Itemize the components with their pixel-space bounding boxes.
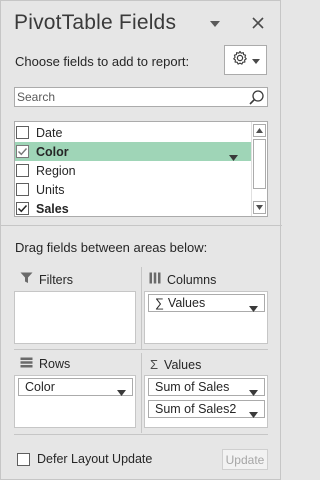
values-item-sum-of-sales2[interactable]: Sum of Sales2: [148, 400, 265, 418]
filters-label: Filters: [39, 272, 74, 287]
values-drop-area[interactable]: Sum of Sales Sum of Sales2: [144, 375, 268, 428]
field-checkbox-date[interactable]: [16, 126, 29, 139]
field-item-region[interactable]: Region: [15, 161, 252, 180]
values-item-sum-of-sales[interactable]: Sum of Sales: [148, 378, 265, 396]
field-checkbox-sales[interactable]: [16, 202, 29, 215]
defer-layout-update[interactable]: Defer Layout Update: [17, 452, 152, 466]
values-item-label: Sum of Sales: [155, 380, 230, 394]
field-list: Date Color Region Units Sales: [14, 121, 268, 217]
chevron-down-icon[interactable]: [249, 385, 258, 396]
sigma-icon: ∑: [155, 296, 164, 310]
columns-item-label: Values: [167, 296, 206, 310]
columns-drop-area[interactable]: ∑ Values: [144, 291, 268, 344]
chevron-down-icon[interactable]: [249, 301, 258, 312]
rows-header: Rows: [20, 357, 70, 371]
defer-label: Defer Layout Update: [37, 452, 153, 466]
values-item-label: Sum of Sales2: [155, 402, 237, 416]
field-item-sales[interactable]: Sales: [15, 199, 252, 218]
columns-item-values[interactable]: ∑ Values: [148, 294, 265, 312]
divider: [1, 225, 282, 226]
pivottable-fields-pane: PivotTable Fields Choose fields to add t…: [0, 0, 282, 480]
filters-header: Filters: [20, 272, 73, 287]
field-label-units: Units: [36, 182, 65, 197]
search-input[interactable]: [15, 88, 245, 106]
choose-fields-label: Choose fields to add to report:: [15, 54, 190, 69]
tools-button[interactable]: [224, 45, 267, 75]
scroll-up-icon[interactable]: [253, 124, 266, 137]
field-label-color: Color: [36, 144, 69, 159]
columns-header: Columns: [149, 272, 216, 287]
area-divider: [14, 349, 268, 350]
field-item-units[interactable]: Units: [15, 180, 252, 199]
task-pane-options-icon[interactable]: [208, 17, 222, 31]
field-checkbox-units[interactable]: [16, 183, 29, 196]
field-item-color[interactable]: Color: [15, 142, 252, 161]
search-box: [14, 87, 268, 107]
field-label-sales: Sales: [36, 201, 69, 216]
rows-drop-area[interactable]: Color: [14, 375, 136, 428]
area-divider: [141, 267, 142, 349]
defer-checkbox[interactable]: [17, 452, 30, 466]
values-header: Σ Values: [150, 357, 201, 372]
rows-item-color[interactable]: Color: [18, 378, 133, 396]
area-divider: [141, 353, 142, 433]
field-checkbox-color[interactable]: [16, 145, 29, 158]
field-label-region: Region: [36, 163, 76, 178]
scroll-thumb[interactable]: [253, 139, 266, 189]
chevron-down-icon[interactable]: [249, 407, 258, 418]
sigma-icon: Σ: [150, 357, 159, 372]
rows-label: Rows: [39, 357, 71, 371]
field-checkbox-region[interactable]: [16, 164, 29, 177]
filters-drop-area[interactable]: [14, 291, 136, 344]
scroll-down-icon[interactable]: [253, 201, 266, 214]
columns-icon: [149, 272, 161, 287]
rows-icon: [20, 357, 33, 371]
update-button[interactable]: Update: [222, 449, 268, 470]
field-dropdown-icon[interactable]: [229, 148, 238, 161]
field-list-scrollbar[interactable]: [251, 122, 267, 216]
close-icon[interactable]: [250, 15, 266, 31]
chevron-down-icon: [251, 51, 260, 69]
filter-icon: [20, 272, 33, 287]
field-label-date: Date: [36, 125, 63, 140]
pane-title: PivotTable Fields: [14, 11, 177, 34]
columns-label: Columns: [167, 272, 217, 287]
drag-fields-label: Drag fields between areas below:: [15, 240, 208, 255]
gear-icon: [232, 50, 248, 71]
rows-item-label: Color: [25, 380, 55, 394]
field-item-date[interactable]: Date: [15, 123, 252, 142]
values-label: Values: [164, 357, 202, 372]
search-icon[interactable]: [248, 89, 265, 106]
chevron-down-icon[interactable]: [117, 385, 126, 396]
area-divider: [14, 434, 268, 435]
